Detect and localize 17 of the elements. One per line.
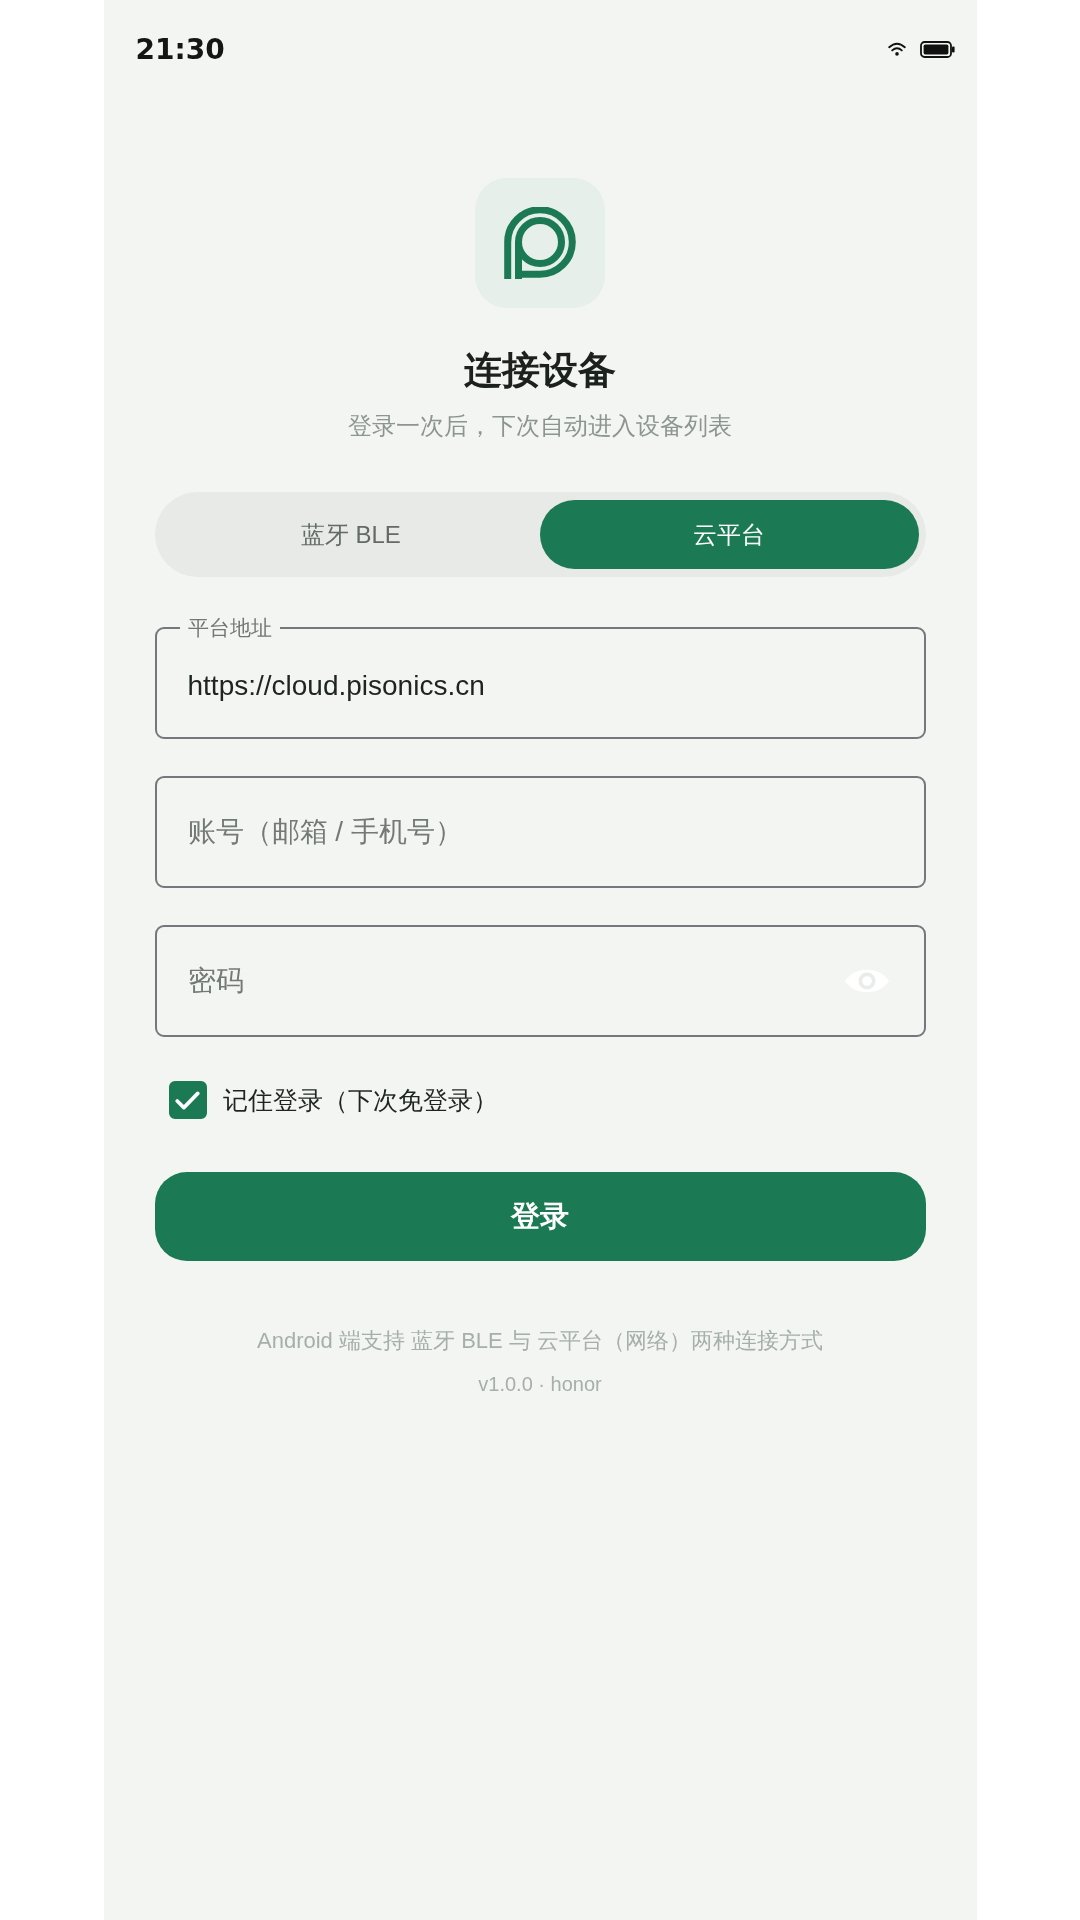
header-subtitle: 登录一次后，下次自动进入设备列表 xyxy=(348,411,732,441)
battery-icon xyxy=(919,40,955,58)
mode-tab[interactable]: 云平台 xyxy=(540,500,919,569)
footer-note: Android 端支持 蓝牙 BLE 与 云平台（网络）两种连接方式 xyxy=(257,1327,823,1355)
remember-label[interactable]: 记住登录（下次免登录） xyxy=(222,1081,498,1119)
password-field[interactable]: 密码 xyxy=(154,925,926,1037)
text-field[interactable]: 平台地址 https://cloud.pisonics.cn xyxy=(154,616,926,739)
remember-checkbox[interactable] xyxy=(168,1081,207,1119)
wifi-icon xyxy=(887,42,906,56)
text-field[interactable]: 账号（邮箱 / 手机号） xyxy=(154,776,926,888)
logo-icon xyxy=(475,178,605,308)
status-time: 21:30 xyxy=(135,32,225,66)
version-label: v1.0.0 · honor xyxy=(478,1372,602,1397)
login-button[interactable]: 登录 xyxy=(154,1172,926,1261)
check-icon xyxy=(175,1090,200,1110)
mode-tab[interactable]: 蓝牙 BLE xyxy=(161,500,540,569)
header-title: 连接设备 xyxy=(464,348,616,393)
